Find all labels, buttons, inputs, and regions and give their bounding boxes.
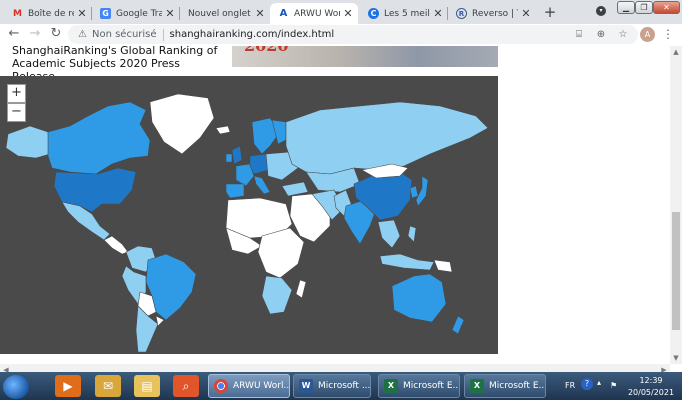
address-bar[interactable]: ⚠ Non sécurisé shanghairanking.com/index… xyxy=(68,25,638,44)
zoom-icon[interactable]: ⊕ xyxy=(594,29,608,40)
page-content: ShanghaiRanking's Global Ranking of Acad… xyxy=(0,46,670,364)
avatar[interactable]: A xyxy=(640,27,655,42)
tab-title: Google Tradu xyxy=(116,8,162,19)
gmail-icon: M xyxy=(13,8,22,19)
taskbar-label: Microsoft E... xyxy=(489,381,546,391)
taskbar-excel-1[interactable]: X Microsoft E... xyxy=(378,374,460,398)
chrome-c-icon: C xyxy=(368,8,379,19)
country-uk[interactable] xyxy=(231,145,243,165)
browser-toolbar: ← → ↻ ⚠ Non sécurisé shanghairanking.com… xyxy=(0,24,682,47)
country-iceland[interactable] xyxy=(215,125,231,135)
menu-icon[interactable]: ⋮ xyxy=(662,27,674,42)
country-spain[interactable] xyxy=(225,183,245,199)
country-ireland[interactable] xyxy=(225,153,233,163)
banner-year: 2020 xyxy=(244,46,289,55)
language-indicator[interactable]: FR xyxy=(565,381,575,390)
translate-icon[interactable]: ⌸ xyxy=(572,29,586,40)
close-icon[interactable]: ✕ xyxy=(342,7,354,20)
close-window-button[interactable]: ✕ xyxy=(653,1,680,14)
tab-title: Les 5 meilleu xyxy=(384,8,430,19)
tab-new-tab[interactable]: Nouvel onglet ✕ xyxy=(180,3,270,24)
country-italy[interactable] xyxy=(253,175,271,195)
country-canada[interactable] xyxy=(47,101,151,175)
country-indonesia[interactable] xyxy=(379,253,435,271)
taskbar-label: Microsoft E... xyxy=(403,381,460,391)
taskbar-word[interactable]: W Microsoft ... xyxy=(293,374,371,398)
restore-button[interactable]: ❐ xyxy=(635,1,653,14)
zoom-out-button[interactable]: − xyxy=(7,103,26,122)
tab-title: Reverso | Tra xyxy=(472,8,518,19)
excel-icon: X xyxy=(470,379,484,393)
clock-time[interactable]: 12:39 xyxy=(630,376,672,385)
url-text[interactable]: shanghairanking.com/index.html xyxy=(170,29,572,40)
country-russia[interactable] xyxy=(285,101,489,175)
close-icon[interactable]: ✕ xyxy=(254,7,266,20)
tab-arwu[interactable]: A ARWU World ✕ xyxy=(270,3,358,24)
tab-gmail[interactable]: M Boîte de réce ✕ xyxy=(4,3,92,24)
help-icon[interactable]: ? xyxy=(581,378,593,390)
country-new-zealand[interactable] xyxy=(451,315,465,335)
excel-icon: X xyxy=(384,379,398,393)
country-south-africa[interactable] xyxy=(261,275,293,315)
world-map[interactable]: + − xyxy=(0,76,498,354)
tab-google-translate[interactable]: G Google Tradu ✕ xyxy=(92,3,180,24)
start-button[interactable] xyxy=(3,375,29,399)
country-greenland[interactable] xyxy=(149,93,215,155)
action-center-icon[interactable]: ⚑ xyxy=(610,381,617,390)
back-button[interactable]: ← xyxy=(6,26,22,42)
word-icon: W xyxy=(299,379,313,393)
zoom-in-button[interactable]: + xyxy=(7,84,26,103)
warning-icon[interactable]: ⚠ xyxy=(78,29,87,40)
pdf-icon[interactable]: ⌕ xyxy=(173,375,199,397)
country-papua-new-guinea[interactable] xyxy=(433,259,453,273)
tab-title: Boîte de réce xyxy=(28,8,74,19)
country-philippines[interactable] xyxy=(407,225,417,243)
tab-title: Nouvel onglet xyxy=(188,8,251,19)
tab-title: ARWU World xyxy=(294,8,340,19)
star-icon[interactable]: ☆ xyxy=(616,29,630,40)
close-icon[interactable]: ✕ xyxy=(164,7,176,20)
country-southeast-asia[interactable] xyxy=(377,219,401,249)
country-south-korea[interactable] xyxy=(409,185,419,199)
mail-icon[interactable]: ✉ xyxy=(95,375,121,397)
country-central-africa[interactable] xyxy=(257,227,305,279)
tray-expand-icon[interactable]: ▴ xyxy=(597,378,601,387)
scroll-down-icon[interactable]: ▼ xyxy=(670,352,682,364)
tab-search-icon[interactable]: ▾ xyxy=(596,6,606,16)
folder-icon[interactable]: ▤ xyxy=(134,375,160,397)
arwu-icon: A xyxy=(279,8,288,19)
clock-date[interactable]: 20/05/2021 xyxy=(624,388,678,397)
taskbar-label: Microsoft ... xyxy=(318,381,371,391)
reload-button[interactable]: ↻ xyxy=(48,26,64,42)
country-madagascar[interactable] xyxy=(295,279,307,299)
chrome-icon xyxy=(214,379,228,393)
tab-strip: M Boîte de réce ✕ G Google Tradu ✕ Nouve… xyxy=(0,0,682,24)
taskbar-label: ARWU Worl... xyxy=(233,381,290,391)
country-germany[interactable] xyxy=(249,153,269,175)
taskbar-chrome[interactable]: ARWU Worl... xyxy=(208,374,290,398)
country-japan[interactable] xyxy=(415,175,429,207)
vertical-scroll-thumb[interactable] xyxy=(672,212,680,330)
minimize-button[interactable]: ▁ xyxy=(617,1,635,14)
close-icon[interactable]: ✕ xyxy=(520,7,532,20)
country-australia[interactable] xyxy=(391,273,447,323)
country-central-america[interactable] xyxy=(103,235,129,255)
tab-les-5-meilleurs[interactable]: C Les 5 meilleu ✕ xyxy=(360,3,448,24)
world-map-svg xyxy=(5,93,489,353)
banner-image[interactable]: 2020 xyxy=(232,46,498,67)
media-player-icon[interactable]: ▶ xyxy=(55,375,81,397)
scroll-up-icon[interactable]: ▲ xyxy=(670,46,682,58)
country-usa-alaska[interactable] xyxy=(5,125,51,159)
reverso-icon: R xyxy=(456,8,467,19)
taskbar-excel-2[interactable]: X Microsoft E... xyxy=(464,374,546,398)
forward-button[interactable]: → xyxy=(27,26,43,42)
security-label[interactable]: Non sécurisé xyxy=(92,29,157,40)
country-turkey[interactable] xyxy=(281,181,309,197)
close-icon[interactable]: ✕ xyxy=(76,7,88,20)
close-icon[interactable]: ✕ xyxy=(432,7,444,20)
tab-reverso[interactable]: R Reverso | Tra ✕ xyxy=(448,3,536,24)
google-translate-icon: G xyxy=(100,8,111,19)
new-tab-button[interactable]: + xyxy=(541,3,559,21)
